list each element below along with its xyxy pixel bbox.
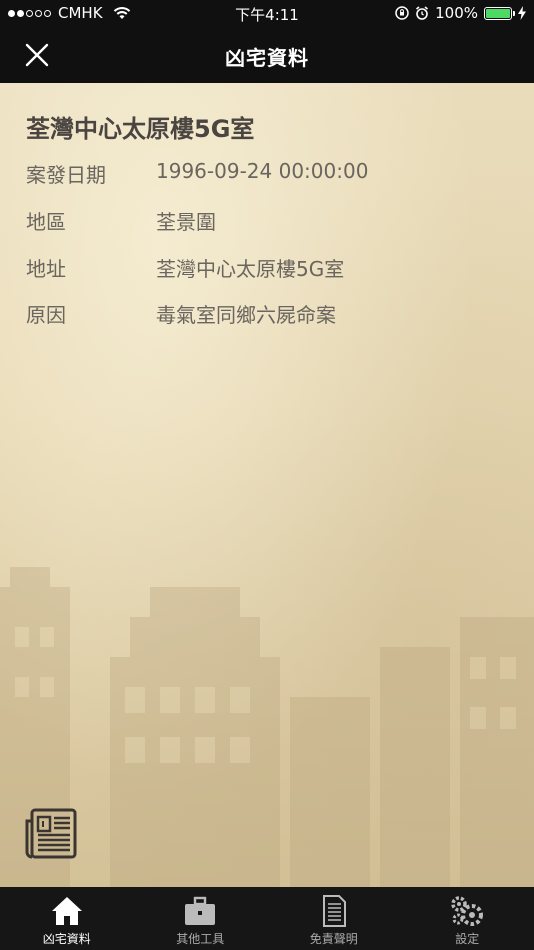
field-label: 案發日期 xyxy=(26,163,106,187)
briefcase-icon xyxy=(185,896,216,925)
field-row-date: 案發日期 1996-09-24 00:00:00 xyxy=(26,159,368,188)
field-value: 荃景圍 xyxy=(156,210,216,234)
tab-label: 其他工具 xyxy=(176,932,225,946)
gears-icon xyxy=(451,896,484,926)
battery-icon xyxy=(484,6,515,20)
background-cityscape-image xyxy=(0,567,534,887)
navigation-bar: 凶宅資料 xyxy=(0,28,534,83)
tab-disclaimer[interactable]: 免責聲明 xyxy=(267,887,401,950)
tab-other-tools[interactable]: 其他工具 xyxy=(134,887,268,950)
tab-label: 設定 xyxy=(455,932,480,946)
status-bar: CMHK 下午4:11 100% xyxy=(0,0,534,28)
field-row-district: 地區 荃景圍 xyxy=(26,206,216,235)
charging-bolt-icon xyxy=(518,6,526,20)
field-row-address: 地址 荃灣中心太原樓5G室 xyxy=(26,253,344,282)
tab-label: 免責聲明 xyxy=(309,932,358,946)
document-icon xyxy=(322,895,346,927)
field-value: 1996-09-24 00:00:00 xyxy=(156,159,369,183)
tab-label: 凶宅資料 xyxy=(42,932,91,946)
field-label: 地址 xyxy=(26,257,66,281)
bottom-tab-bar: 凶宅資料 其他工具 免責聲明 設定 xyxy=(0,887,534,950)
field-label: 原因 xyxy=(26,303,66,327)
status-right: 100% xyxy=(395,4,526,22)
field-value: 荃灣中心太原樓5G室 xyxy=(156,257,345,281)
field-row-reason: 原因 毒氣室同鄉六屍命案 xyxy=(26,299,336,328)
tab-haunted-data[interactable]: 凶宅資料 xyxy=(0,887,134,950)
page-title: 凶宅資料 xyxy=(225,46,309,70)
field-label: 地區 xyxy=(26,210,66,234)
alarm-icon xyxy=(416,6,429,20)
record-detail-panel: 荃灣中心太原樓5G室 案發日期 1996-09-24 00:00:00 地區 荃… xyxy=(0,83,534,887)
orientation-lock-icon xyxy=(395,6,409,20)
battery-percent: 100% xyxy=(435,4,478,22)
battery-fill xyxy=(486,8,510,18)
field-value: 毒氣室同鄉六屍命案 xyxy=(156,303,336,327)
tab-settings[interactable]: 設定 xyxy=(401,887,534,950)
news-article-icon[interactable] xyxy=(24,807,78,861)
home-icon xyxy=(51,897,82,925)
record-title: 荃灣中心太原樓5G室 xyxy=(26,115,255,143)
